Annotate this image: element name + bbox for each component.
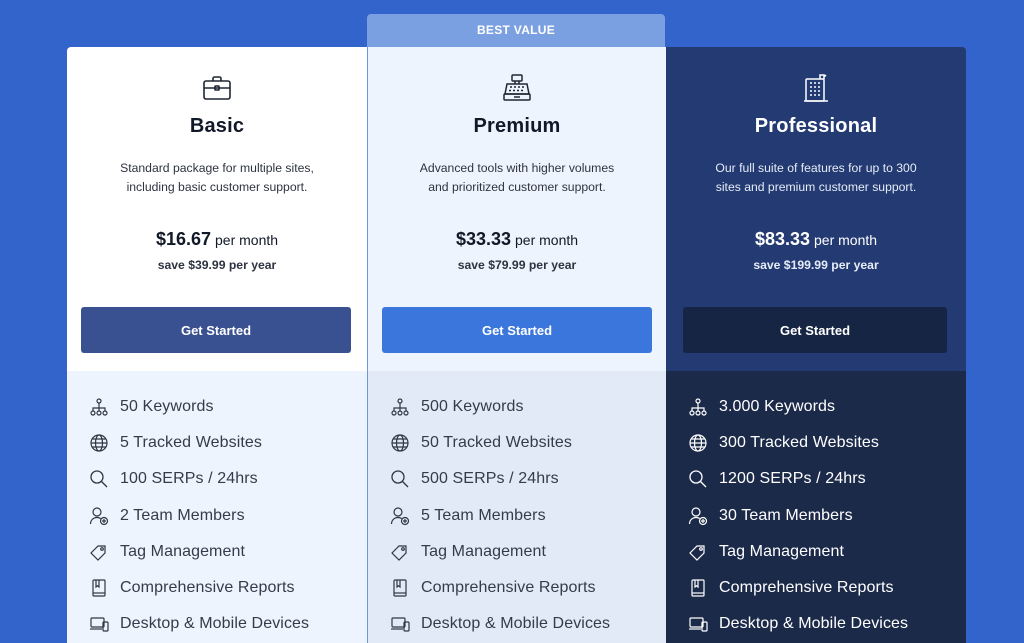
feature-item: Tag Management: [368, 534, 666, 570]
feature-item: 300 Tracked Websites: [666, 425, 966, 461]
feature-label: 2 Team Members: [120, 506, 245, 524]
feature-label: Comprehensive Reports: [120, 579, 295, 597]
plan-name: Premium: [473, 115, 561, 137]
plan-description: Standard package for multiple sites, inc…: [120, 161, 314, 194]
globe-icon: [89, 433, 109, 453]
tag-icon: [688, 542, 708, 562]
feature-item: 50 Keywords: [67, 389, 367, 425]
globe-icon: [688, 433, 708, 453]
price-amount: $16.67: [155, 229, 211, 249]
book-icon: [390, 578, 410, 598]
add-user-icon: [390, 506, 410, 526]
feature-label: 50 Keywords: [120, 398, 214, 416]
search-icon: [688, 469, 708, 489]
feature-item: 2 Team Members: [67, 498, 367, 534]
plan-savings: save $199.99 per year: [753, 258, 879, 272]
feature-item: 5 Tracked Websites: [67, 425, 367, 461]
feature-item: 5 Team Members: [368, 498, 666, 534]
best-value-badge: BEST VALUE: [367, 14, 665, 47]
feature-label: 50 Tracked Websites: [421, 434, 573, 452]
tag-icon: [390, 542, 410, 562]
feature-item: Comprehensive Reports: [67, 570, 367, 606]
feature-item: 1200 SERPs / 24hrs: [666, 461, 966, 497]
feature-label: Tag Management: [719, 542, 845, 560]
feature-item: 50 Tracked Websites: [368, 425, 666, 461]
feature-label: Comprehensive Reports: [421, 579, 596, 597]
price-period: per month: [215, 232, 279, 248]
briefcase-icon: [203, 76, 231, 100]
feature-item: 100 SERPs / 24hrs: [67, 461, 367, 497]
sitemap-icon: [390, 397, 410, 417]
price-amount: $33.33: [455, 229, 511, 249]
feature-item: Desktop & Mobile Devices: [368, 606, 666, 642]
price-period: per month: [814, 232, 878, 248]
feature-label: 1200 SERPs / 24hrs: [719, 470, 866, 488]
plan-card-premium: Premium Advanced tools with higher volum…: [367, 47, 666, 643]
feature-label: 300 Tracked Websites: [719, 434, 880, 452]
get-started-button-basic[interactable]: Get Started: [81, 307, 351, 353]
feature-item: Comprehensive Reports: [368, 570, 666, 606]
tag-icon: [89, 542, 109, 562]
feature-list-premium: 500 Keywords 50 Tracked Websites 500 SER…: [368, 371, 666, 643]
plan-savings: save $79.99 per year: [457, 258, 577, 272]
feature-item: Desktop & Mobile Devices: [666, 606, 966, 642]
feature-item: 30 Team Members: [666, 498, 966, 534]
feature-label: 500 Keywords: [421, 398, 524, 416]
feature-item: 500 SERPs / 24hrs: [368, 461, 666, 497]
add-user-icon: [89, 506, 109, 526]
feature-label: Desktop & Mobile Devices: [421, 615, 611, 633]
feature-list-professional: 3.000 Keywords 300 Tracked Websites 1200…: [666, 371, 966, 643]
pricing-cards: Basic Standard package for multiple site…: [67, 47, 966, 643]
price-period: per month: [515, 232, 579, 248]
feature-list-basic: 50 Keywords 5 Tracked Websites 100 SERPs…: [67, 371, 367, 643]
devices-icon: [89, 614, 109, 634]
feature-item: 3.000 Keywords: [666, 389, 966, 425]
plan-name: Professional: [754, 115, 878, 137]
feature-label: Comprehensive Reports: [719, 579, 894, 597]
feature-label: Desktop & Mobile Devices: [120, 615, 310, 633]
cash-register-icon: [503, 74, 531, 101]
plan-header-basic: Basic Standard package for multiple site…: [67, 47, 367, 371]
feature-item: Desktop & Mobile Devices: [67, 606, 367, 642]
feature-label: Tag Management: [120, 542, 246, 560]
book-icon: [688, 578, 708, 598]
devices-icon: [688, 614, 708, 634]
plan-price: $33.33 per month: [368, 229, 666, 250]
building-icon: [804, 74, 828, 102]
plan-header-premium: Premium Advanced tools with higher volum…: [368, 47, 666, 371]
sitemap-icon: [688, 397, 708, 417]
feature-item: 500 Keywords: [368, 389, 666, 425]
plan-header-professional: Professional Our full suite of features …: [666, 47, 966, 371]
feature-label: 3.000 Keywords: [719, 398, 836, 416]
get-started-button-professional[interactable]: Get Started: [683, 307, 947, 353]
feature-item: Comprehensive Reports: [666, 570, 966, 606]
globe-icon: [390, 433, 410, 453]
plan-card-basic: Basic Standard package for multiple site…: [67, 47, 367, 643]
feature-label: 100 SERPs / 24hrs: [120, 470, 258, 488]
price-amount: $83.33: [754, 229, 810, 249]
search-icon: [390, 469, 410, 489]
plan-card-professional: Professional Our full suite of features …: [666, 47, 966, 643]
sitemap-icon: [89, 397, 109, 417]
add-user-icon: [688, 506, 708, 526]
plan-savings: save $39.99 per year: [157, 258, 277, 272]
feature-label: 30 Team Members: [719, 506, 853, 524]
plan-price: $16.67 per month: [67, 229, 367, 250]
feature-label: Desktop & Mobile Devices: [719, 615, 909, 633]
feature-item: Tag Management: [67, 534, 367, 570]
book-icon: [89, 578, 109, 598]
feature-item: Tag Management: [666, 534, 966, 570]
plan-description: Advanced tools with higher volumes and p…: [419, 161, 615, 194]
feature-label: 500 SERPs / 24hrs: [421, 470, 559, 488]
feature-label: 5 Team Members: [421, 506, 546, 524]
get-started-button-premium[interactable]: Get Started: [382, 307, 652, 353]
search-icon: [89, 469, 109, 489]
feature-label: Tag Management: [421, 542, 547, 560]
plan-name: Basic: [189, 115, 245, 137]
devices-icon: [390, 614, 410, 634]
plan-description: Our full suite of features for up to 300…: [715, 161, 917, 194]
feature-label: 5 Tracked Websites: [120, 434, 263, 452]
plan-price: $83.33 per month: [666, 229, 966, 250]
